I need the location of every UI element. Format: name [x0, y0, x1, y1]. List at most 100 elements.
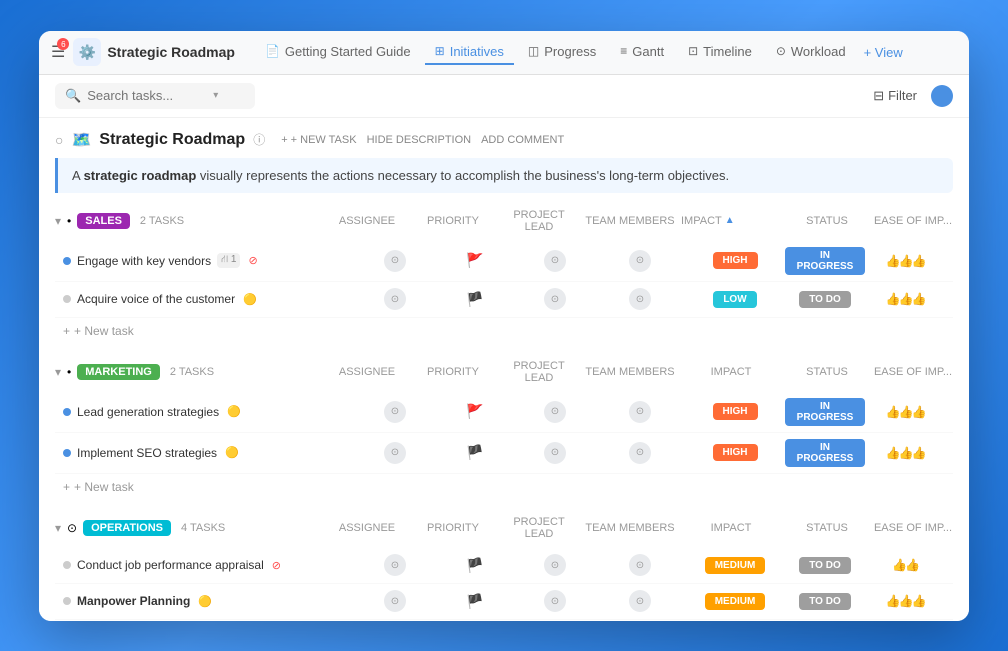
tab-timeline[interactable]: ⊡ Timeline	[678, 40, 762, 65]
task-status-dot	[63, 449, 71, 457]
project-lead-avatar[interactable]: ⊙	[544, 401, 566, 423]
assignee-avatar[interactable]: ⊙	[384, 554, 406, 576]
filter-icon: ⊟	[873, 88, 884, 104]
warning-icon: 🟡	[243, 293, 257, 306]
notification-badge: 6	[57, 38, 69, 50]
section-marketing-header: ▾ • MARKETING 2 TASKS ASSIGNEE PRIORITY …	[55, 360, 953, 384]
task-status-dot	[63, 597, 71, 605]
sales-task-count: 2 TASKS	[140, 215, 184, 227]
add-view-button[interactable]: + View	[864, 45, 903, 60]
new-task-button[interactable]: + + New task	[55, 474, 953, 500]
team-members-avatar[interactable]: ⊙	[629, 442, 651, 464]
assignee-avatar[interactable]: ⊙	[384, 250, 406, 272]
ease-thumbs: 👍👍	[892, 558, 918, 572]
sales-badge: SALES	[77, 213, 130, 229]
sales-collapse-icon[interactable]: ▾	[55, 214, 61, 228]
section-sales-header: ▾ • SALES 2 TASKS ASSIGNEE PRIORITY PROJ…	[55, 209, 953, 233]
page-title: Strategic Roadmap	[99, 131, 245, 149]
priority-flag: 🏴	[466, 444, 483, 461]
assignee-avatar[interactable]: ⊙	[384, 288, 406, 310]
add-comment-button[interactable]: ADD COMMENT	[481, 134, 564, 146]
assignee-avatar[interactable]: ⊙	[384, 590, 406, 612]
marketing-collapse-icon[interactable]: ▾	[55, 365, 61, 379]
task-name-cell: Conduct job performance appraisal ⊘	[63, 558, 355, 572]
tab-progress[interactable]: ◫ Progress	[518, 40, 606, 65]
impact-badge: HIGH	[713, 444, 758, 461]
ease-thumbs: 👍👍👍	[886, 254, 925, 268]
task-status-dot	[63, 257, 71, 265]
impact-badge: LOW	[713, 291, 756, 308]
marketing-task-count: 2 TASKS	[170, 366, 214, 378]
page-icon: 🗺️	[71, 130, 91, 150]
ease-thumbs: 👍👍👍	[886, 405, 925, 419]
tab-getting-started[interactable]: 📄 Getting Started Guide	[255, 40, 421, 65]
table-row[interactable]: Implement SEO strategies 🟡 ⊙ 🏴 ⊙ ⊙ HIGH …	[55, 433, 953, 474]
priority-flag: 🏴	[466, 557, 483, 574]
description-box: A strategic roadmap visually represents …	[55, 158, 953, 193]
user-avatar[interactable]	[931, 85, 953, 107]
team-members-avatar[interactable]: ⊙	[629, 554, 651, 576]
gantt-icon: ≡	[620, 44, 627, 58]
project-lead-avatar[interactable]: ⊙	[544, 554, 566, 576]
operations-collapse-icon[interactable]: ▾	[55, 521, 61, 535]
assignee-avatar[interactable]: ⊙	[384, 442, 406, 464]
project-lead-avatar[interactable]: ⊙	[544, 288, 566, 310]
table-row[interactable]: Engage with key vendors ⛙ 1 ⊘ ⊙ 🚩 ⊙ ⊙ HI…	[55, 241, 953, 282]
project-lead-avatar[interactable]: ⊙	[544, 250, 566, 272]
hide-description-button[interactable]: HIDE DESCRIPTION	[367, 134, 472, 146]
impact-badge: HIGH	[713, 403, 758, 420]
search-input[interactable]	[87, 88, 207, 103]
doc-icon: 📄	[265, 44, 280, 58]
search-box[interactable]: 🔍 ▾	[55, 83, 255, 109]
progress-icon: ◫	[528, 44, 539, 58]
impact-sort-icon[interactable]: ▲	[725, 215, 735, 226]
ease-thumbs: 👍👍👍	[886, 594, 925, 608]
task-name-cell: Acquire voice of the customer 🟡	[63, 292, 355, 306]
filter-button[interactable]: ⊟ Filter	[865, 84, 925, 108]
table-row[interactable]: Perform job analysis 🟡 ⊙ 🏴 ⊙ ⊙ LOW CANCE…	[55, 620, 953, 621]
collapse-button[interactable]: ○	[55, 132, 63, 148]
warning-icon: 🟡	[225, 446, 239, 459]
task-name-cell: Manpower Planning 🟡	[63, 594, 355, 608]
priority-flag: 🏴	[466, 593, 483, 610]
status-badge: TO DO	[799, 291, 850, 308]
team-members-avatar[interactable]: ⊙	[629, 590, 651, 612]
project-name: Strategic Roadmap	[107, 44, 235, 60]
table-row[interactable]: Lead generation strategies 🟡 ⊙ 🚩 ⊙ ⊙ HIG…	[55, 392, 953, 433]
section-operations: ▾ ⊙ OPERATIONS 4 TASKS ASSIGNEE PRIORITY…	[55, 516, 953, 621]
new-task-button[interactable]: + + NEW TASK	[281, 134, 356, 146]
ease-thumbs: 👍👍👍	[886, 446, 925, 460]
timeline-icon: ⊡	[688, 44, 698, 58]
workspace-icon: ⚙️	[73, 38, 101, 66]
table-row[interactable]: Manpower Planning 🟡 ⊙ 🏴 ⊙ ⊙ MEDIUM TO DO…	[55, 584, 953, 620]
task-name-cell: Engage with key vendors ⛙ 1 ⊘	[63, 253, 355, 268]
tab-workload[interactable]: ⊙ Workload	[766, 40, 856, 65]
team-members-avatar[interactable]: ⊙	[629, 250, 651, 272]
marketing-badge: MARKETING	[77, 364, 160, 380]
info-icon[interactable]: ⓘ	[253, 131, 265, 148]
grid-icon: ⊞	[435, 44, 445, 58]
assignee-avatar[interactable]: ⊙	[384, 401, 406, 423]
project-lead-avatar[interactable]: ⊙	[544, 590, 566, 612]
tab-bar: ☰ 6 ⚙️ Strategic Roadmap 📄 Getting Start…	[39, 31, 969, 75]
table-row[interactable]: Acquire voice of the customer 🟡 ⊙ 🏴 ⊙ ⊙ …	[55, 282, 953, 318]
priority-flag: 🚩	[466, 403, 483, 420]
search-icon: 🔍	[65, 88, 81, 104]
tab-gantt[interactable]: ≡ Gantt	[610, 40, 674, 65]
table-row[interactable]: Conduct job performance appraisal ⊘ ⊙ 🏴 …	[55, 548, 953, 584]
task-name: Acquire voice of the customer	[77, 292, 235, 306]
tab-initiatives[interactable]: ⊞ Initiatives	[425, 40, 514, 65]
task-name: Implement SEO strategies	[77, 446, 217, 460]
new-task-button[interactable]: + + New task	[55, 318, 953, 344]
team-members-avatar[interactable]: ⊙	[629, 401, 651, 423]
menu-icon[interactable]: ☰ 6	[51, 42, 65, 62]
project-lead-avatar[interactable]: ⊙	[544, 442, 566, 464]
subtask-count: ⛙ 1	[217, 253, 240, 268]
status-badge: TO DO	[799, 557, 850, 574]
dropdown-arrow-icon[interactable]: ▾	[213, 90, 218, 101]
status-badge: IN PROGRESS	[785, 398, 865, 426]
team-members-avatar[interactable]: ⊙	[629, 288, 651, 310]
task-name-cell: Implement SEO strategies 🟡	[63, 446, 355, 460]
section-operations-header: ▾ ⊙ OPERATIONS 4 TASKS ASSIGNEE PRIORITY…	[55, 516, 953, 540]
task-name: Lead generation strategies	[77, 405, 219, 419]
